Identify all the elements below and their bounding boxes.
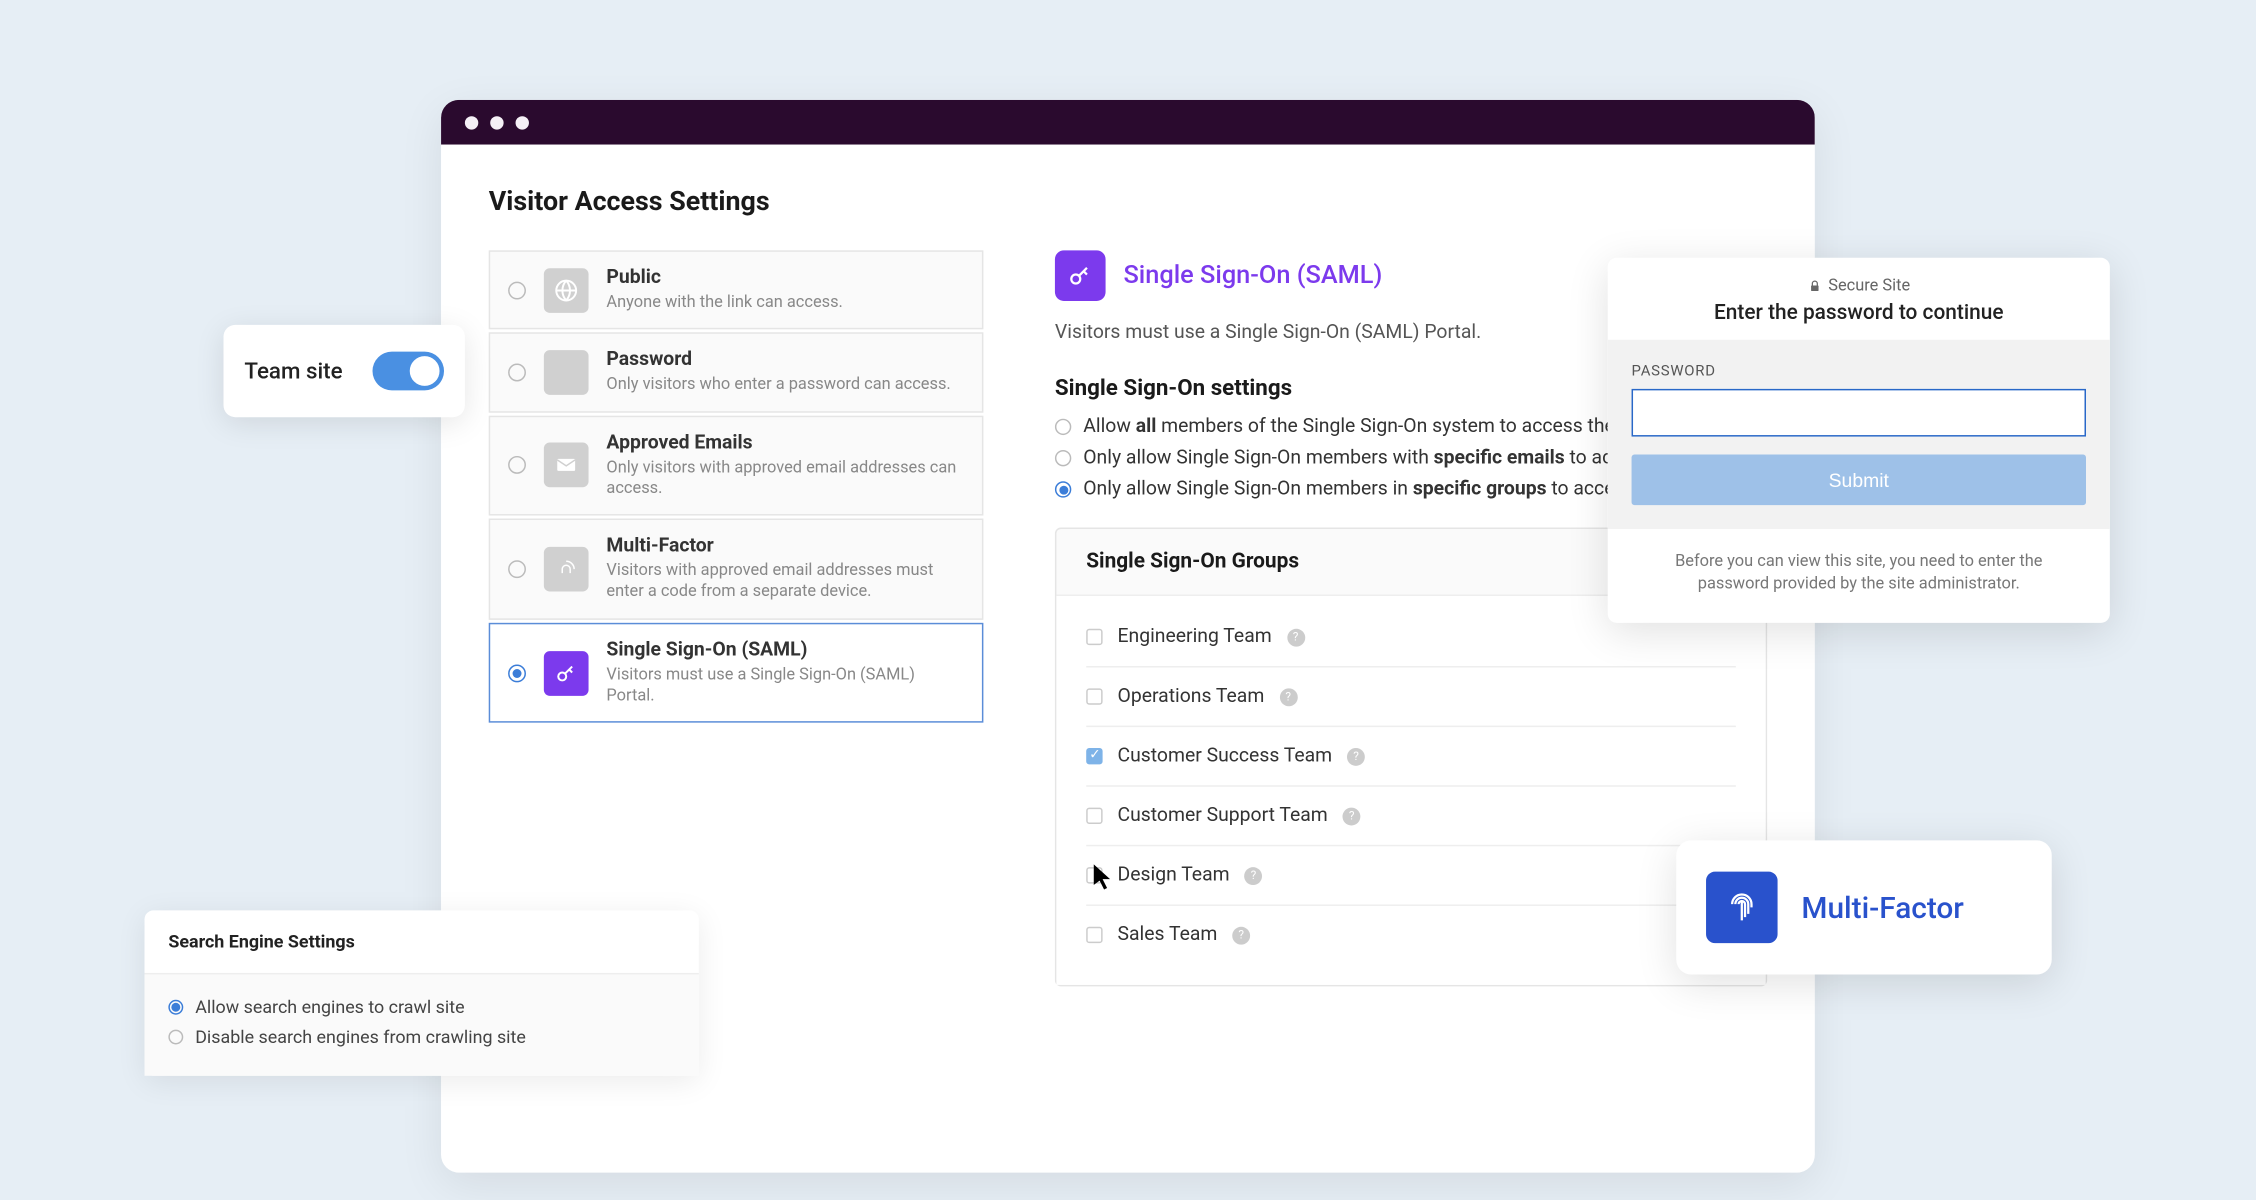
group-name: Operations Team — [1118, 685, 1265, 707]
password-panel-title: Enter the password to continue — [1632, 301, 2086, 325]
window-minimize-dot[interactable] — [490, 115, 503, 128]
group-list: Engineering Team ? Operations Team ? Cus… — [1056, 596, 1765, 985]
access-options-list: Public Anyone with the link can access. … — [489, 250, 984, 986]
group-row[interactable]: Operations Team ? — [1086, 668, 1736, 728]
radio-icon[interactable] — [1055, 450, 1071, 466]
help-icon[interactable]: ? — [1287, 628, 1305, 646]
multi-factor-label: Multi-Factor — [1801, 890, 1963, 926]
radio-icon[interactable] — [168, 1030, 183, 1045]
team-site-toggle[interactable] — [373, 352, 445, 391]
radio-icon[interactable] — [1055, 481, 1071, 497]
asterisk-icon — [544, 350, 589, 395]
option-desc: Only visitors who enter a password can a… — [606, 374, 964, 395]
group-name: Customer Success Team — [1118, 745, 1333, 767]
password-input[interactable] — [1632, 389, 2086, 437]
radio-password[interactable] — [508, 363, 526, 381]
key-icon — [544, 651, 589, 696]
search-engine-title: Search Engine Settings — [145, 910, 699, 974]
search-allow-option[interactable]: Allow search engines to crawl site — [168, 992, 675, 1022]
password-field-label: PASSWORD — [1632, 364, 2086, 380]
key-icon — [1055, 250, 1106, 301]
radio-icon[interactable] — [168, 1000, 183, 1015]
group-name: Customer Support Team — [1118, 805, 1328, 827]
cursor-icon — [1094, 864, 1115, 891]
option-desc: Anyone with the link can access. — [606, 292, 964, 313]
window-titlebar — [441, 100, 1815, 145]
option-desc: Visitors with approved email addresses m… — [606, 561, 964, 604]
group-row[interactable]: Customer Success Team ? — [1086, 727, 1736, 787]
help-icon[interactable]: ? — [1232, 926, 1250, 944]
group-name: Design Team — [1118, 864, 1230, 886]
group-row[interactable]: Customer Support Team ? — [1086, 787, 1736, 847]
radio-approved-emails[interactable] — [508, 457, 526, 475]
globe-icon — [544, 268, 589, 313]
team-site-card: Team site — [224, 325, 465, 417]
window-close-dot[interactable] — [465, 115, 478, 128]
option-title: Single Sign-On (SAML) — [606, 639, 964, 661]
checkbox[interactable] — [1086, 927, 1102, 943]
lock-icon — [1807, 278, 1822, 293]
team-site-label: Team site — [244, 358, 342, 385]
radio-public[interactable] — [508, 281, 526, 299]
help-icon[interactable]: ? — [1343, 807, 1361, 825]
radio-icon[interactable] — [1055, 419, 1071, 435]
radio-sso[interactable] — [508, 664, 526, 682]
checkbox[interactable] — [1086, 629, 1102, 645]
option-title: Public — [606, 267, 964, 289]
option-multi-factor[interactable]: Multi-Factor Visitors with approved emai… — [489, 519, 984, 620]
search-engine-card: Search Engine Settings Allow search engi… — [145, 910, 699, 1075]
help-icon[interactable]: ? — [1279, 688, 1297, 706]
option-desc: Visitors must use a Single Sign-On (SAML… — [606, 664, 964, 707]
fingerprint-icon — [1706, 872, 1778, 944]
page-title: Visitor Access Settings — [489, 186, 1767, 217]
search-disable-option[interactable]: Disable search engines from crawling sit… — [168, 1022, 675, 1052]
window-maximize-dot[interactable] — [516, 115, 529, 128]
option-password[interactable]: Password Only visitors who enter a passw… — [489, 333, 984, 412]
help-icon[interactable]: ? — [1347, 747, 1365, 765]
checkbox[interactable] — [1086, 688, 1102, 704]
secure-site-label: Secure Site — [1632, 276, 2086, 295]
option-desc: Only visitors with approved email addres… — [606, 457, 964, 500]
option-sso[interactable]: Single Sign-On (SAML) Visitors must use … — [489, 622, 984, 723]
radio-multi-factor[interactable] — [508, 560, 526, 578]
group-name: Sales Team — [1118, 924, 1218, 946]
submit-button[interactable]: Submit — [1632, 454, 2086, 505]
detail-title: Single Sign-On (SAML) — [1123, 261, 1382, 291]
envelope-icon — [544, 443, 589, 488]
checkbox[interactable] — [1086, 748, 1102, 764]
option-public[interactable]: Public Anyone with the link can access. — [489, 250, 984, 329]
password-panel: Secure Site Enter the password to contin… — [1608, 258, 2110, 623]
checkbox[interactable] — [1086, 808, 1102, 824]
option-title: Approved Emails — [606, 431, 964, 453]
help-icon[interactable]: ? — [1245, 866, 1263, 884]
group-name: Engineering Team — [1118, 626, 1272, 648]
option-title: Password — [606, 349, 964, 371]
option-approved-emails[interactable]: Approved Emails Only visitors with appro… — [489, 415, 984, 516]
fingerprint-icon — [544, 547, 589, 592]
option-title: Multi-Factor — [606, 535, 964, 557]
group-row[interactable]: Sales Team ? — [1086, 906, 1736, 964]
multi-factor-card: Multi-Factor — [1676, 840, 2051, 974]
group-row[interactable]: Design Team ? — [1086, 846, 1736, 906]
password-note: Before you can view this site, you need … — [1608, 529, 2110, 623]
